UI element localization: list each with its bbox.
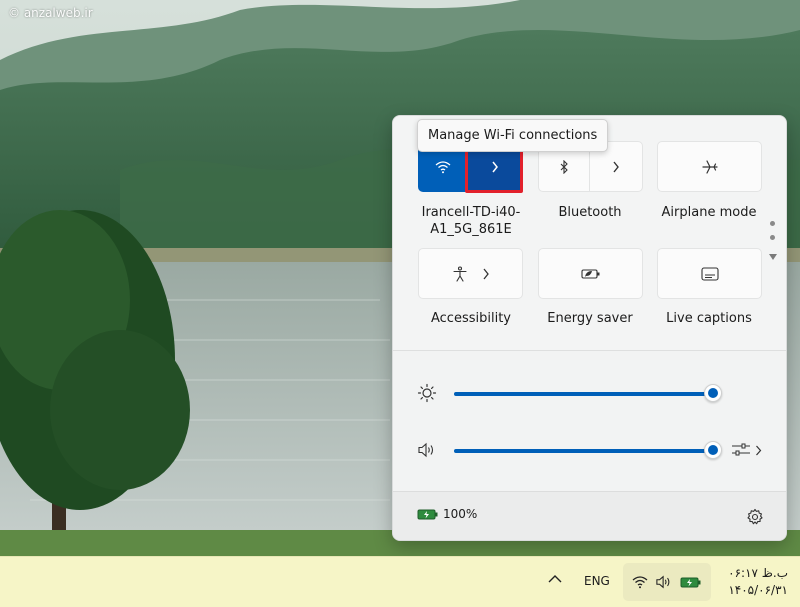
page-dot[interactable] — [770, 235, 775, 240]
wifi-label-line2: A1_5G_861E — [430, 222, 512, 237]
page-dot[interactable] — [770, 221, 775, 226]
input-language-indicator[interactable]: ENG — [584, 574, 610, 588]
airplane-icon — [701, 159, 718, 174]
brightness-slider-thumb[interactable] — [704, 384, 722, 402]
watermark: © anzalweb.ir — [8, 6, 93, 20]
wifi-network-name: Irancell-TD-i40- A1_5G_861E — [411, 204, 531, 238]
brightness-slider-track[interactable] — [454, 392, 713, 396]
live-captions-label: Live captions — [666, 311, 752, 326]
bluetooth-icon — [560, 159, 568, 174]
live-captions-tile[interactable] — [657, 248, 762, 299]
chevron-right-icon — [613, 161, 619, 172]
chevron-right-icon — [482, 268, 489, 279]
clock-date: ۱۴۰۵/۰۶/۳۱ — [728, 583, 788, 597]
wifi-label-line1: Irancell-TD-i40- — [421, 205, 521, 220]
show-hidden-icons-button[interactable] — [548, 574, 562, 584]
audio-output-button[interactable] — [731, 438, 767, 462]
captions-icon — [700, 266, 719, 281]
speaker-icon — [656, 575, 670, 589]
accessibility-icon — [452, 265, 467, 282]
battery-charging-icon — [417, 509, 438, 519]
flyout-footer: 100% — [393, 491, 786, 540]
energy-saver-label: Energy saver — [547, 311, 633, 326]
battery-status-button[interactable]: 100% — [417, 507, 477, 521]
battery-charging-icon — [680, 577, 701, 587]
chevron-right-icon — [491, 161, 498, 172]
gear-icon[interactable] — [746, 508, 764, 526]
sliders-area — [393, 351, 786, 491]
volume-slider-thumb[interactable] — [704, 441, 722, 459]
audio-output-icon — [732, 443, 750, 456]
tooltip: Manage Wi-Fi connections — [417, 119, 609, 152]
chevron-right-icon — [756, 445, 762, 455]
volume-slider-track[interactable] — [454, 449, 713, 453]
clock-button[interactable]: ۰۶:۱۷ ب.ظ ۱۴۰۵/۰۶/۳۱ — [726, 565, 788, 599]
energy-saver-icon — [580, 268, 599, 279]
airplane-mode-label: Airplane mode — [661, 205, 757, 220]
wifi-icon — [435, 160, 450, 173]
speaker-icon[interactable] — [417, 441, 437, 459]
caret-down-icon[interactable] — [768, 253, 778, 261]
accessibility-label: Accessibility — [431, 311, 511, 326]
brightness-icon — [417, 383, 437, 403]
accessibility-tile[interactable] — [418, 248, 523, 299]
volume-slider-row — [393, 435, 786, 465]
airplane-mode-tile[interactable] — [657, 141, 762, 192]
energy-saver-tile[interactable] — [538, 248, 643, 299]
system-tray-quick-settings-button[interactable] — [623, 563, 711, 601]
battery-percentage: 100% — [443, 507, 478, 521]
clock-time: ۰۶:۱۷ ب.ظ — [728, 566, 788, 580]
quick-settings-pager[interactable] — [766, 221, 778, 269]
quick-settings-flyout: Irancell-TD-i40- A1_5G_861E Bluetooth Ai… — [392, 115, 787, 541]
bluetooth-label: Bluetooth — [558, 205, 622, 220]
wifi-icon — [632, 576, 648, 589]
brightness-slider-row — [393, 378, 786, 408]
taskbar: ENG ۰۶:۱۷ ب.ظ ۱۴۰۵/۰۶/۳۱ — [0, 556, 800, 607]
